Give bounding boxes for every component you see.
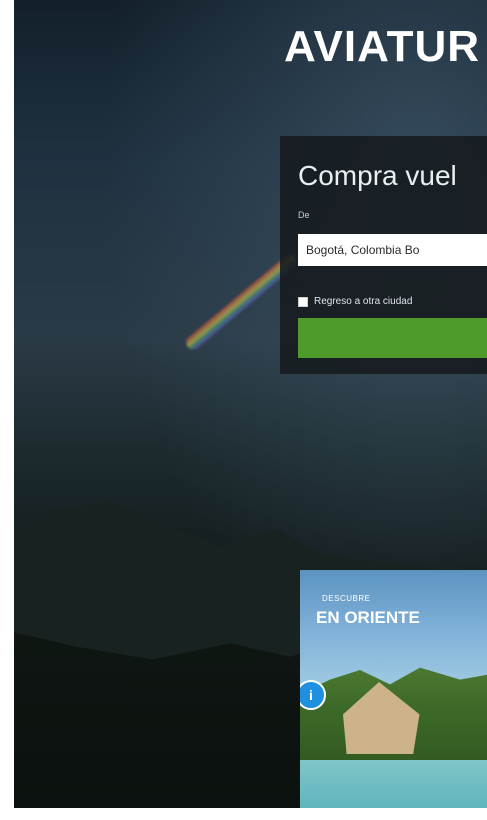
brand-logo[interactable]: AVIATUR [284, 22, 480, 72]
promo-title: EN ORIENTE [316, 608, 420, 627]
promo-banner[interactable]: DESCUBRE EN ORIENTE i [300, 570, 487, 808]
return-option-label: Regreso a otra ciudad [314, 296, 413, 307]
return-checkbox[interactable] [298, 296, 308, 307]
search-panel-title: Compra vuel [298, 160, 457, 191]
origin-input[interactable] [298, 234, 487, 266]
promo-subtitle: DESCUBRE [322, 594, 371, 603]
search-flights-button[interactable] [298, 318, 487, 358]
return-option-row[interactable]: Regreso a otra ciudad [298, 296, 412, 307]
hero-background: AVIATUR Compra vuel De Regreso a otra ci… [14, 0, 487, 808]
promo-water-image [300, 760, 487, 808]
flight-search-panel: Compra vuel De Regreso a otra ciudad [280, 136, 487, 374]
origin-label: De [298, 210, 310, 220]
